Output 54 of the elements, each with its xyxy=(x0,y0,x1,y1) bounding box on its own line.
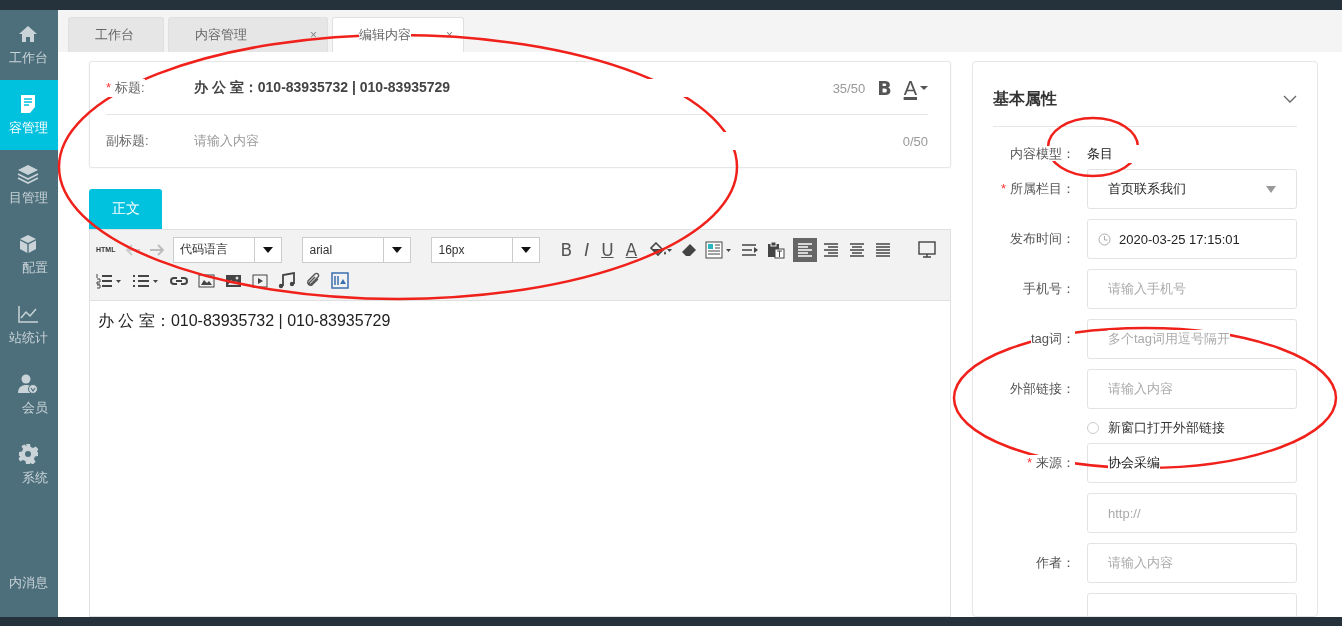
chevron-icon[interactable] xyxy=(1283,95,1297,103)
music-icon[interactable] xyxy=(278,272,295,289)
field-label: * 来源： xyxy=(1026,455,1075,470)
dropdown[interactable]: arial xyxy=(302,236,412,263)
tab[interactable]: 内容管理 × xyxy=(168,17,328,52)
dropdown[interactable]: 16px xyxy=(431,236,541,263)
field-label: tag词： xyxy=(1030,331,1075,346)
fill-color-icon[interactable] xyxy=(649,241,674,258)
cube-icon xyxy=(18,234,38,254)
preview-icon[interactable] xyxy=(918,240,936,259)
date-field[interactable]: 2020-03-25 17:15:01 xyxy=(1087,219,1297,259)
font-color-button[interactable]: A xyxy=(903,76,928,100)
sidebar-item[interactable]: 配置 xyxy=(0,220,58,290)
panel-title: 基本属性 xyxy=(993,88,1057,109)
bold-button[interactable]: B xyxy=(877,77,892,99)
tab[interactable]: 工作台 xyxy=(68,17,164,52)
bold-button[interactable]: B xyxy=(560,239,573,260)
sidebar-item[interactable]: 内消息 xyxy=(0,500,58,617)
clock-icon xyxy=(1098,232,1111,246)
align-left-icon[interactable] xyxy=(793,237,818,262)
radio-option[interactable]: 新窗口打开外部链接 xyxy=(1087,415,1297,441)
layers-icon xyxy=(17,164,39,184)
user-icon xyxy=(18,374,38,394)
select-field[interactable]: 首页联系我们 xyxy=(1087,169,1297,209)
paste-text-icon[interactable] xyxy=(767,240,786,259)
close-icon[interactable]: × xyxy=(310,28,317,42)
eraser-icon[interactable] xyxy=(681,242,698,257)
link-icon[interactable] xyxy=(170,274,188,287)
sidebar-item[interactable]: 站统计 xyxy=(0,290,58,360)
editor-text[interactable]: 办 公 室：010-83935732 | 010-83935729 xyxy=(90,301,950,616)
font-color-button[interactable]: A xyxy=(625,239,638,260)
sidebar-item[interactable]: 工作台 xyxy=(0,10,58,80)
line-chart-icon xyxy=(18,305,38,323)
dropdown[interactable]: 代码语言 xyxy=(173,236,283,263)
settings-icon xyxy=(18,444,38,464)
paragraph-format-icon[interactable] xyxy=(705,240,734,259)
ordered-list-icon[interactable] xyxy=(96,272,122,289)
field-label: * 标题: xyxy=(106,79,145,97)
input-field[interactable]: 协会采编 xyxy=(1087,443,1297,483)
image-icon[interactable] xyxy=(198,273,215,288)
sidebar-item[interactable]: 目管理 xyxy=(0,150,58,220)
italic-button[interactable]: I xyxy=(584,239,590,260)
sidebar-item[interactable]: 会员 xyxy=(0,360,58,430)
bullet-list-icon[interactable] xyxy=(132,272,160,289)
underline-button[interactable]: U xyxy=(601,239,614,260)
field-label: 副标题: xyxy=(106,132,149,150)
template-icon[interactable] xyxy=(331,272,349,289)
video-icon[interactable] xyxy=(252,273,268,288)
paperclip-icon[interactable] xyxy=(305,272,321,289)
sidebar-item[interactable]: 系统 xyxy=(0,430,58,500)
home-icon xyxy=(18,24,38,44)
document-icon xyxy=(18,94,38,114)
undo-icon[interactable] xyxy=(125,243,142,256)
indent-icon[interactable] xyxy=(741,242,760,257)
